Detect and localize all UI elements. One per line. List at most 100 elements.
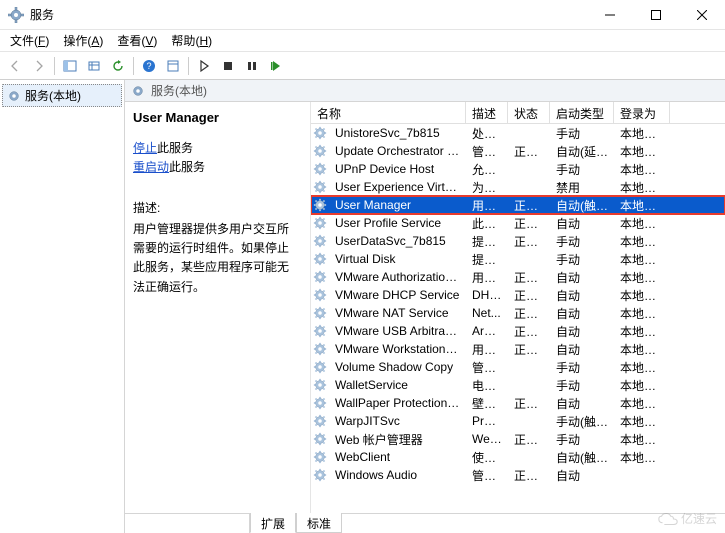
start-service-button[interactable]: [193, 55, 215, 77]
cell-name: VMware DHCP Service: [329, 288, 466, 302]
minimize-button[interactable]: [587, 0, 633, 30]
cell-logon: 本地系统: [614, 125, 670, 142]
properties-button[interactable]: [162, 55, 184, 77]
show-hide-tree-button[interactable]: [59, 55, 81, 77]
cell-desc: 管理...: [466, 467, 508, 484]
console-tree[interactable]: 服务(本地): [0, 80, 125, 533]
right-pane-title: 服务(本地): [151, 82, 207, 99]
cell-name: Windows Audio: [329, 468, 466, 482]
tab-extended[interactable]: 扩展: [250, 513, 296, 533]
col-header-desc[interactable]: 描述: [466, 102, 508, 123]
service-icon: [311, 270, 329, 284]
cell-desc: 管理 ...: [466, 143, 508, 160]
cell-logon: 本地系统: [614, 143, 670, 160]
cell-desc: 为应...: [466, 179, 508, 196]
services-grid[interactable]: 名称 描述 状态 启动类型 登录为 UnistoreSvc_7b815处理...…: [310, 102, 725, 533]
table-row[interactable]: VMware Authorization Se...用于...正在...自动本地…: [311, 268, 725, 286]
right-pane-header: 服务(本地): [125, 80, 725, 102]
table-row[interactable]: WarpJITSvcProv...手动(触发...本地服务: [311, 412, 725, 430]
back-button[interactable]: [4, 55, 26, 77]
cell-logon: 本地系统: [614, 341, 670, 358]
cell-status: 正在...: [508, 395, 550, 412]
table-row[interactable]: WebClient使基...自动(触发...本地服务: [311, 448, 725, 466]
table-row[interactable]: User Manager用户...正在...自动(触发...本地系统: [311, 196, 725, 214]
table-row[interactable]: User Profile Service此服...正在...自动本地系统: [311, 214, 725, 232]
cell-name: WallPaper Protection Ser...: [329, 396, 466, 410]
tree-item-label: 服务(本地): [25, 87, 81, 104]
maximize-button[interactable]: [633, 0, 679, 30]
refresh-button[interactable]: [107, 55, 129, 77]
grid-header: 名称 描述 状态 启动类型 登录为: [311, 102, 725, 124]
menu-help[interactable]: 帮助(H): [165, 30, 218, 51]
table-row[interactable]: Virtual Disk提供...手动本地系统: [311, 250, 725, 268]
table-row[interactable]: Web 帐户管理器Web...正在...手动本地系统: [311, 430, 725, 448]
table-row[interactable]: VMware DHCP ServiceDHC...正在...自动本地系统: [311, 286, 725, 304]
table-row[interactable]: Volume Shadow Copy管理...手动本地系统: [311, 358, 725, 376]
cell-desc: 用于...: [466, 341, 508, 358]
cell-startup: 自动: [550, 323, 614, 340]
tab-standard[interactable]: 标准: [296, 513, 342, 533]
col-header-status[interactable]: 状态: [508, 102, 550, 123]
cell-startup: 自动: [550, 305, 614, 322]
cell-desc: 用户...: [466, 197, 508, 214]
col-header-logon[interactable]: 登录为: [614, 102, 670, 123]
cell-desc: 用于...: [466, 269, 508, 286]
restart-service-button[interactable]: [265, 55, 287, 77]
menu-action[interactable]: 操作(A): [57, 30, 109, 51]
cell-name: WarpJITSvc: [329, 414, 466, 428]
cell-desc: 管理...: [466, 359, 508, 376]
window-controls: [587, 0, 725, 30]
col-header-name[interactable]: 名称: [311, 102, 466, 123]
table-row[interactable]: VMware Workstation Ser...用于...正在...自动本地系…: [311, 340, 725, 358]
export-list-button[interactable]: [83, 55, 105, 77]
cell-desc: 此服...: [466, 215, 508, 232]
cell-desc: Web...: [466, 432, 508, 446]
service-icon: [311, 432, 329, 446]
cell-desc: Arbit...: [466, 324, 508, 338]
tree-item-services-local[interactable]: 服务(本地): [2, 84, 122, 107]
service-icon: [311, 162, 329, 176]
table-row[interactable]: UserDataSvc_7b815提供...正在...手动本地系统: [311, 232, 725, 250]
pause-service-button[interactable]: [241, 55, 263, 77]
cell-logon: 本地服务: [614, 413, 670, 430]
restart-service-link[interactable]: 重启动: [133, 160, 169, 174]
table-row[interactable]: VMware USB Arbitration ...Arbit...正在...自…: [311, 322, 725, 340]
cell-desc: 处理...: [466, 125, 508, 142]
cell-name: Virtual Disk: [329, 252, 466, 266]
right-pane: 服务(本地) User Manager 停止此服务 重启动此服务 描述: 用户管…: [125, 80, 725, 533]
menu-view[interactable]: 查看(V): [111, 30, 163, 51]
service-icon: [311, 468, 329, 482]
cell-name: Volume Shadow Copy: [329, 360, 466, 374]
cell-startup: 自动(触发...: [550, 449, 614, 466]
table-row[interactable]: UnistoreSvc_7b815处理...手动本地系统: [311, 124, 725, 142]
service-icon: [311, 252, 329, 266]
col-header-startup[interactable]: 启动类型: [550, 102, 614, 123]
stop-service-link[interactable]: 停止: [133, 141, 157, 155]
cell-name: UnistoreSvc_7b815: [329, 126, 466, 140]
table-row[interactable]: User Experience Virtualiz...为应...禁用本地系统: [311, 178, 725, 196]
cell-name: UPnP Device Host: [329, 162, 466, 176]
table-row[interactable]: WallPaper Protection Ser...壁纸...正在...自动本…: [311, 394, 725, 412]
service-icon: [311, 342, 329, 356]
cell-desc: 提供...: [466, 251, 508, 268]
table-row[interactable]: WalletService电子...手动本地系统: [311, 376, 725, 394]
table-row[interactable]: Windows Audio管理...正在...自动: [311, 466, 725, 484]
menu-file[interactable]: 文件(F): [4, 30, 55, 51]
stop-service-button[interactable]: [217, 55, 239, 77]
cell-logon: 本地服务: [614, 449, 670, 466]
cell-startup: 自动: [550, 341, 614, 358]
table-row[interactable]: Update Orchestrator Ser...管理 ...正在...自动(…: [311, 142, 725, 160]
help-button[interactable]: ?: [138, 55, 160, 77]
cell-status: 正在...: [508, 431, 550, 448]
cell-status: 正在...: [508, 341, 550, 358]
service-icon: [311, 414, 329, 428]
close-button[interactable]: [679, 0, 725, 30]
cell-startup: 手动: [550, 359, 614, 376]
table-row[interactable]: UPnP Device Host允许 ...手动本地服务: [311, 160, 725, 178]
forward-button[interactable]: [28, 55, 50, 77]
cell-status: 正在...: [508, 143, 550, 160]
service-icon: [311, 144, 329, 158]
cell-startup: 自动: [550, 395, 614, 412]
table-row[interactable]: VMware NAT ServiceNet...正在...自动本地系统: [311, 304, 725, 322]
cell-desc: Prov...: [466, 414, 508, 428]
